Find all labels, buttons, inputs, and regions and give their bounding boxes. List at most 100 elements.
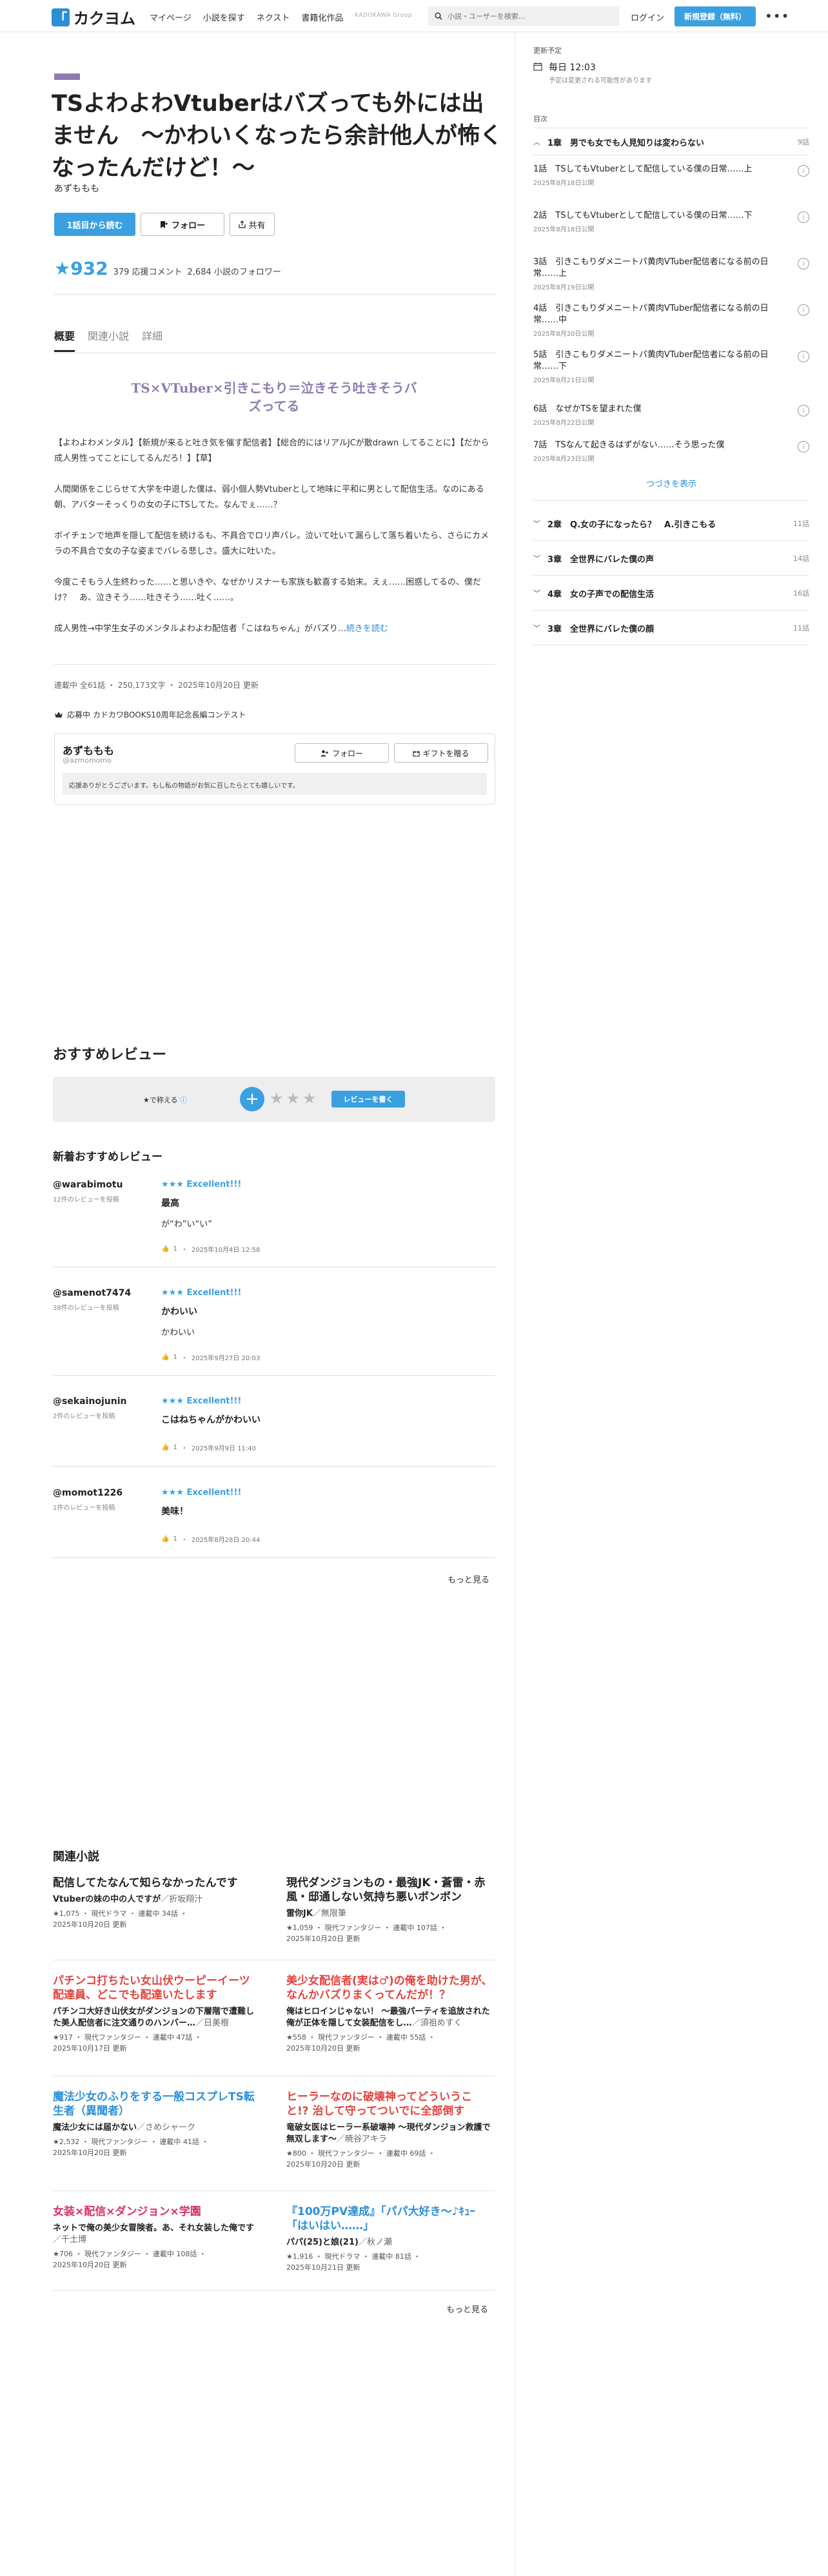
chapter-1[interactable]: ︿ 1章 男でも女でも人見知りは変わらない 9話 [533, 129, 809, 155]
related-novel-title[interactable]: 女装×配信×ダンジョン×学園 [53, 2205, 259, 2219]
site-logo[interactable]: 「 カクヨム [52, 6, 135, 28]
chapter-item[interactable]: ﹀ 2章 Q.女の子になったら？ A.引きこもる 11話 [533, 511, 809, 536]
episode-item[interactable]: 4話 引きこもりダメニートパ黄肉VTuber配信者になる前の日常……中 2025… [533, 303, 809, 338]
review-user[interactable]: @sekainojunin [53, 1396, 126, 1407]
intro-text: 成人男性→中学生女子のメンタルよわよわ配信者「こはねちゃん」がバズり… [54, 624, 346, 634]
like-icon[interactable]: 👍 [161, 1354, 169, 1361]
episode-title: 3話 引きこもりダメニートパ黄肉VTuber配信者になる前の日常……上 [533, 257, 769, 278]
show-more-episodes-link[interactable]: つづきを表示 [533, 477, 809, 489]
user-plus-icon [320, 750, 328, 756]
intro-paragraph: ボイチェンで地声を隠して配信を続けるも、不具合でロリ声バレ。泣いて吐いて漏らして… [54, 531, 489, 556]
work-author[interactable]: あずももも [54, 182, 99, 195]
info-icon[interactable]: i [798, 441, 809, 453]
episode-item[interactable]: 6話 なぜかTSを望まれた僕 2025年8月22日公開 i [533, 404, 809, 427]
like-icon[interactable]: 👍 [161, 1444, 169, 1451]
episode-item[interactable]: 2話 TSしてもVtuberとして配信している僕の日常……下 2025年8月18… [533, 210, 809, 233]
contest-entry[interactable]: 応募中 カドカワBOOKS10周年記念長編コンテスト [54, 709, 246, 720]
chapter-item[interactable]: ﹀ 3章 全世界にバレた僕の顔 11話 [533, 615, 809, 641]
info-icon[interactable]: i [798, 258, 809, 269]
tab-related-novels[interactable]: 関連小説 [88, 327, 129, 352]
related-novel-author[interactable]: ／折坂翔汁 [161, 1895, 202, 1904]
info-icon[interactable]: i [798, 351, 809, 362]
login-link[interactable]: ログイン [631, 11, 664, 23]
author-box-name[interactable]: あずももも [63, 742, 114, 757]
chapter-item[interactable]: ﹀ 4章 女の子声での配信生活 16話 [533, 580, 809, 606]
related-novel-updated: 2025年10月20日 更新 [53, 1920, 127, 1929]
work-tabs: 概要 関連小説 詳細 [54, 327, 163, 352]
follower-count[interactable]: 2,684 小説のフォロワー [188, 265, 281, 277]
related-novel-title[interactable]: パチンコ打ちたい女山伏ウーピーイーツ配達員、どこでも配達いたします [53, 1974, 259, 2002]
episode-item[interactable]: 1話 TSしてもVtuberとして配信している僕の日常……上 2025年8月18… [533, 164, 809, 187]
search-input[interactable] [448, 12, 609, 21]
star-count[interactable]: ★932 [54, 258, 108, 279]
nav-search-novels[interactable]: 小説を探す [203, 11, 245, 23]
review-comment-count[interactable]: 379 応援コメント [113, 265, 182, 277]
related-novel-title[interactable]: ヒーラーなのに破壊神ってどういうこと!? 治して守ってついでに全部倒す [286, 2090, 493, 2118]
related-novel-title[interactable]: 美少女配信者(実は♂)の俺を助けた男が、なんかバズりまくってんだが！？ [286, 1974, 493, 2002]
tab-overview[interactable]: 概要 [54, 327, 75, 352]
related-novel-author[interactable]: ／須祖めすく [412, 2018, 462, 2028]
related-novel-catch: パチンコ大好き山伏女がダンジョンの下層階で遭難した美人配信者に注文通りのハンバー… [53, 2006, 259, 2029]
add-star-button[interactable]: + [240, 1087, 264, 1111]
share-button[interactable]: 共有 [230, 213, 275, 236]
chevron-down-icon: ﹀ [533, 520, 540, 528]
nav-next[interactable]: ネクスト [257, 11, 290, 23]
related-novel-title[interactable]: 配信してたなんて知らなかったんです [53, 1876, 259, 1890]
related-novel-title[interactable]: 『100万PV達成』「パパ大好き～♪ｷｭｰ「はいはい……」 [286, 2205, 493, 2233]
related-novel-author[interactable]: ／秋ノ瀬 [359, 2238, 392, 2247]
episode-item[interactable]: 3話 引きこもりダメニートパ黄肉VTuber配信者になる前の日常……上 2025… [533, 257, 809, 291]
related-novel-card[interactable]: 『100万PV達成』「パパ大好き～♪ｷｭｰ「はいはい……」 パパ(25)と娘(2… [286, 2205, 493, 2273]
info-icon[interactable]: i [798, 304, 809, 316]
more-menu-icon[interactable]: ••• [765, 8, 789, 24]
info-icon[interactable]: i [798, 405, 809, 416]
review-user-count: 1件のレビューを投稿 [53, 1505, 115, 1512]
related-novel-card[interactable]: 配信してたなんて知らなかったんです Vtuberの妹の中の人ですが／折坂翔汁 ★… [53, 1876, 259, 1930]
help-icon[interactable]: ⓘ [180, 1096, 187, 1104]
related-novel-author[interactable]: ／さめシャーク [137, 2123, 195, 2132]
review-user[interactable]: @samenot7474 [53, 1288, 131, 1298]
follow-work-button[interactable]: フォロー [141, 213, 224, 236]
like-icon[interactable]: 👍 [161, 1245, 169, 1253]
write-review-button[interactable]: レビューを書く [331, 1091, 405, 1107]
tab-details[interactable]: 詳細 [142, 327, 163, 352]
related-novel-card[interactable]: ヒーラーなのに破壊神ってどういうこと!? 治して守ってついでに全部倒す 竜破女医… [286, 2090, 493, 2170]
read-more-link[interactable]: 続きを読む [346, 624, 388, 634]
review-footer: 👍 1 ・ 2025年9月9日 11:40 [161, 1443, 256, 1452]
like-icon[interactable]: 👍 [161, 1536, 169, 1543]
related-novel-author[interactable]: ／暁谷アキラ [337, 2134, 387, 2144]
related-novel-author[interactable]: ／無限筆 [313, 1909, 346, 1918]
reviews-more-link[interactable]: もっと見る [448, 1573, 489, 1585]
episode-item[interactable]: 7話 TSなんて起きるはずがない……そう思った僕 2025年8月23日公開 i [533, 440, 809, 463]
review-title[interactable]: 美味！ [161, 1505, 188, 1517]
review-title[interactable]: こはねちゃんがかわいい [161, 1413, 261, 1426]
info-icon[interactable]: i [798, 211, 809, 223]
send-gift-button[interactable]: ギフトを贈る [394, 743, 488, 763]
episode-item[interactable]: 5話 引きこもりダメニートパ黄肉VTuber配信者になる前の日常……下 2025… [533, 349, 809, 384]
logo-mark-icon: 「 [52, 8, 70, 26]
star-rating-input[interactable]: ★★★ [270, 1089, 319, 1107]
chapter-item[interactable]: ﹀ 3章 全世界にバレた僕の声 14話 [533, 545, 809, 571]
signup-button[interactable]: 新規登録（無料） [675, 6, 756, 26]
related-more-link[interactable]: もっと見る [446, 2303, 488, 2315]
review-user[interactable]: @momot1226 [53, 1488, 123, 1498]
related-novel-card[interactable]: 魔法少女のふりをする一般コスプレTS転生者（異聞者） 魔法少女には届かない／さめ… [53, 2090, 259, 2158]
review-title[interactable]: かわいい [161, 1305, 197, 1318]
related-novel-author[interactable]: ／日美根 [195, 2018, 229, 2028]
related-novel-title[interactable]: 魔法少女のふりをする一般コスプレTS転生者（異聞者） [53, 2090, 259, 2118]
nav-mypage[interactable]: マイページ [150, 11, 192, 23]
related-novel-title[interactable]: 現代ダンジョンもの・最強JK・蒼雷・赤風・邸通しない気持ち悪いボンボン [286, 1876, 493, 1904]
catchphrase: TS×VTuber×引きこもり＝泣きそう吐きそうバズってる [131, 380, 417, 414]
related-novel-card[interactable]: 美少女配信者(実は♂)の俺を助けた男が、なんかバズりまくってんだが！？ 俺はヒロ… [286, 1974, 493, 2054]
read-first-episode-button[interactable]: 1話目から読む [54, 213, 135, 236]
nav-published[interactable]: 書籍化作品 [301, 11, 343, 23]
related-novel-card[interactable]: 女装×配信×ダンジョン×学園 ネットで俺の美少女冒険者。あ、それ女装した俺です ／… [53, 2205, 259, 2270]
related-novel-catch: 魔法少女には届かない／さめシャーク [53, 2122, 259, 2134]
search-box[interactable] [428, 6, 619, 26]
review-title[interactable]: 最高 [161, 1196, 179, 1209]
related-novel-card[interactable]: 現代ダンジョンもの・最強JK・蒼雷・赤風・邸通しない気持ち悪いボンボン 雷你JK… [286, 1876, 493, 1944]
review-user[interactable]: @warabimotu [53, 1180, 123, 1190]
follow-author-button[interactable]: フォロー [295, 743, 389, 763]
info-icon[interactable]: i [798, 165, 809, 177]
related-novel-card[interactable]: パチンコ打ちたい女山伏ウーピーイーツ配達員、どこでも配達いたします パチンコ大好… [53, 1974, 259, 2054]
related-novel-author[interactable]: ／千土博 [53, 2235, 86, 2245]
